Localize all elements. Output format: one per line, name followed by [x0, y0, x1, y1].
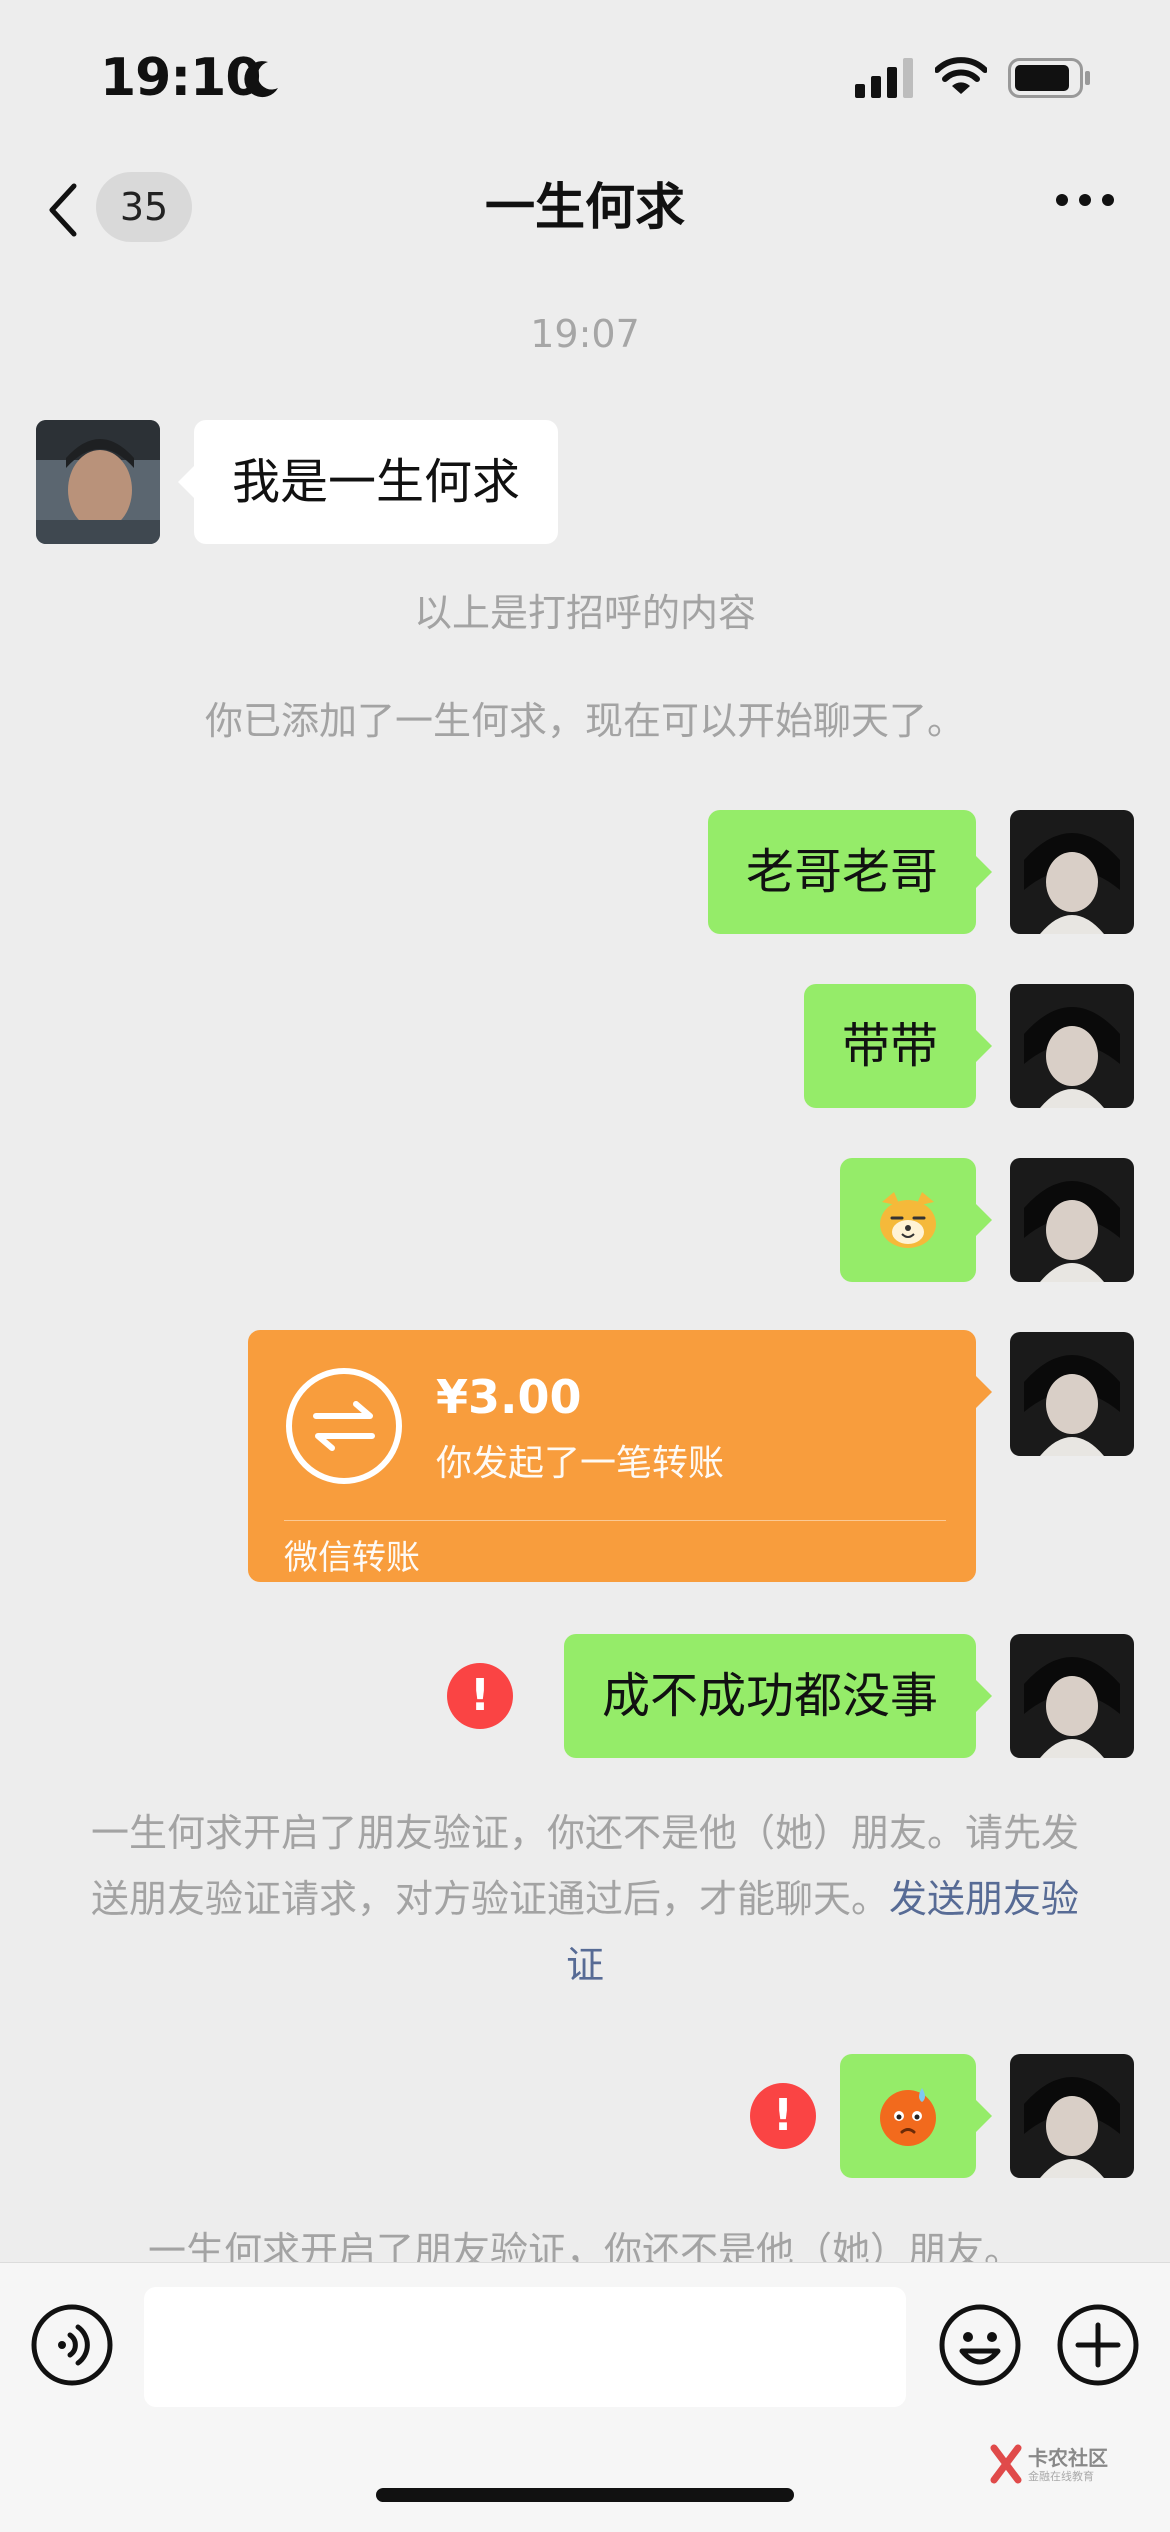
status-time: 19:10: [100, 48, 262, 108]
voice-icon[interactable]: [30, 2303, 114, 2387]
send-failed-icon[interactable]: !: [750, 2083, 816, 2149]
transfer-divider: [284, 1520, 946, 1521]
transfer-card[interactable]: ¥3.00 你发起了一笔转账 微信转账: [248, 1330, 992, 1582]
plus-icon[interactable]: [1056, 2303, 1140, 2387]
nav-bar: 35 一生何求: [0, 150, 1170, 270]
transfer-footer: 微信转账: [284, 1538, 420, 1578]
message-input[interactable]: [144, 2287, 906, 2407]
emoji-icon[interactable]: [938, 2303, 1022, 2387]
watermark: 卡农社区 金融在线教育: [990, 2440, 1160, 2490]
cat-face-sticker: [880, 1192, 936, 1248]
transfer-arrows-icon: [286, 1368, 402, 1484]
sweat-face-sticker: [880, 2088, 936, 2146]
home-indicator[interactable]: [376, 2488, 794, 2502]
outgoing-message[interactable]: 老哥老哥: [707, 810, 993, 934]
friend-verify-note: 一生何求开启了朋友验证，你还不是他（她）朋友。请先发送朋友验证请求，对方验证通过…: [80, 1800, 1090, 1998]
more-dots-icon[interactable]: [1055, 192, 1115, 208]
moon-icon: [244, 61, 278, 98]
message-timestamp: 19:07: [530, 312, 640, 356]
transfer-description: 你发起了一笔转账: [436, 1443, 725, 1484]
incoming-message[interactable]: 我是一生何求: [177, 420, 559, 544]
watermark-subtitle: 金融在线教育: [1028, 2470, 1094, 2483]
sticker-message[interactable]: [840, 1158, 992, 1282]
battery-icon: [1008, 58, 1090, 98]
my-avatar[interactable]: [1010, 810, 1134, 934]
friend-added-note: 你已添加了一生何求，现在可以开始聊天了。: [204, 699, 965, 743]
status-bar: 19:10: [0, 0, 1170, 150]
transfer-amount: ¥3.00: [436, 1370, 582, 1424]
greeting-note: 以上是打招呼的内容: [413, 591, 756, 635]
outgoing-message[interactable]: 带带: [803, 984, 993, 1108]
contact-avatar[interactable]: [36, 420, 160, 544]
my-avatar[interactable]: [1010, 1634, 1134, 1758]
watermark-title: 卡农社区: [1028, 2446, 1108, 2470]
sticker-message[interactable]: [840, 2054, 992, 2178]
my-avatar[interactable]: [1010, 1332, 1134, 1456]
send-failed-icon[interactable]: !: [447, 1663, 513, 1729]
chat-title: 一生何求: [485, 178, 685, 236]
my-avatar[interactable]: [1010, 2054, 1134, 2178]
signal-icon: [855, 58, 913, 98]
watermark-logo-icon: [990, 2444, 1022, 2484]
outgoing-message[interactable]: 成不成功都没事: [563, 1634, 993, 1758]
wifi-icon: [935, 57, 987, 94]
my-avatar[interactable]: [1010, 1158, 1134, 1282]
my-avatar[interactable]: [1010, 984, 1134, 1108]
